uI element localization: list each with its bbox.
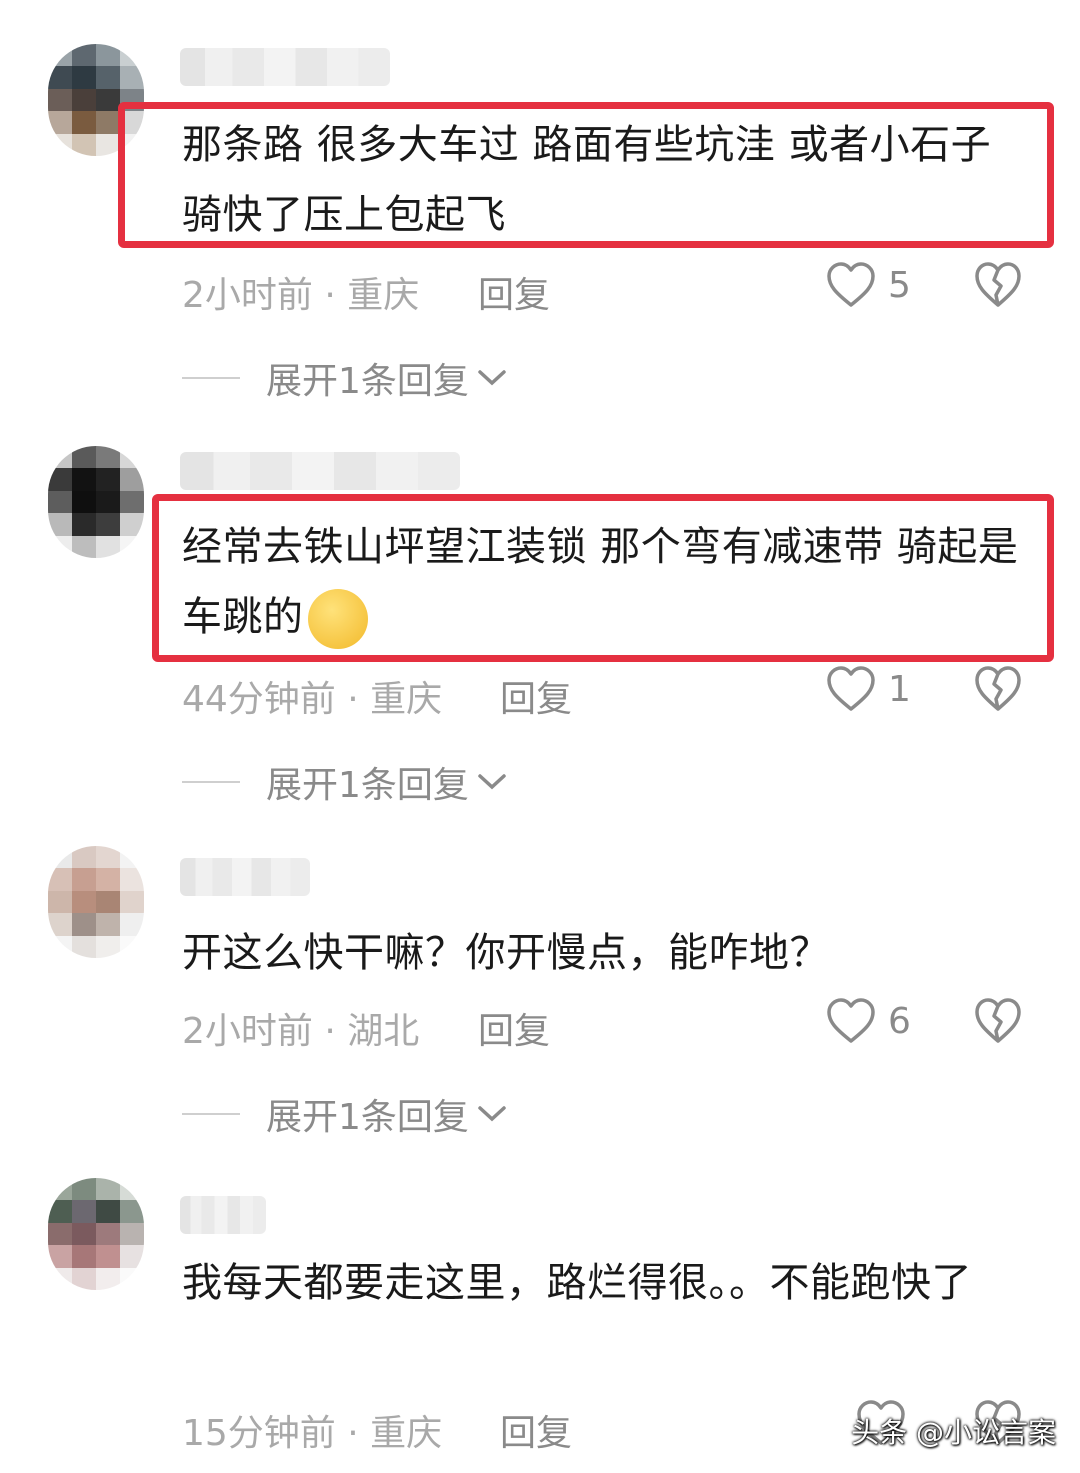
dislike-button[interactable] xyxy=(974,998,1022,1048)
reply-button[interactable]: 回复 xyxy=(478,266,550,318)
expand-replies[interactable]: 展开1条回复 xyxy=(182,756,507,808)
avatar[interactable] xyxy=(48,846,144,958)
crying-emoji-icon: 😥 xyxy=(307,589,368,649)
comment-text: 开这么快干嘛？你开慢点，能咋地？ xyxy=(182,930,830,976)
reply-button[interactable]: 回复 xyxy=(500,1404,572,1456)
chevron-down-icon xyxy=(478,370,506,386)
dislike-button[interactable] xyxy=(974,666,1022,716)
broken-heart-icon xyxy=(975,666,1021,711)
comment-meta: 2小时前 · 湖北 xyxy=(182,1011,420,1052)
expand-replies[interactable]: 展开1条回复 xyxy=(182,352,507,404)
comment-meta: 44分钟前 · 重庆 xyxy=(182,679,443,720)
avatar[interactable] xyxy=(48,446,144,558)
reply-button[interactable]: 回复 xyxy=(500,670,572,722)
comment-meta: 2小时前 · 重庆 xyxy=(182,275,420,316)
like-count: 5 xyxy=(888,264,911,306)
watermark: 头条 @小讼言案 xyxy=(851,1416,1056,1449)
chevron-down-icon xyxy=(478,1106,506,1122)
heart-outline-icon xyxy=(827,666,875,711)
expand-replies-label: 展开1条回复 xyxy=(266,361,469,402)
dislike-button[interactable] xyxy=(974,262,1022,312)
expand-replies-label: 展开1条回复 xyxy=(266,1097,469,1138)
comment-text: 我每天都要走这里，路烂得很。。不能跑快了 xyxy=(182,1260,972,1306)
expand-replies[interactable]: 展开1条回复 xyxy=(182,1088,507,1140)
divider-line xyxy=(182,1113,240,1115)
like-count: 6 xyxy=(888,1000,911,1042)
divider-line xyxy=(182,781,240,783)
username-blurred[interactable] xyxy=(180,1196,266,1234)
broken-heart-icon xyxy=(975,262,1021,307)
heart-outline-icon xyxy=(827,262,875,307)
username-blurred[interactable] xyxy=(180,858,310,896)
heart-outline-icon xyxy=(827,998,875,1043)
comment-meta: 15分钟前 · 重庆 xyxy=(182,1413,443,1454)
comment-text: 经常去铁山坪望江装锁 那个弯有减速带 骑起是车跳的😥 xyxy=(182,512,1042,652)
username-blurred[interactable] xyxy=(180,48,390,86)
like-button[interactable]: 1 xyxy=(826,666,911,712)
expand-replies-label: 展开1条回复 xyxy=(266,765,469,806)
avatar[interactable] xyxy=(48,1178,144,1290)
username-blurred[interactable] xyxy=(180,452,460,490)
comment-text: 那条路 很多大车过 路面有些坑洼 或者小石子 骑快了压上包起飞 xyxy=(182,122,992,238)
like-button[interactable]: 6 xyxy=(826,998,911,1044)
reply-button[interactable]: 回复 xyxy=(478,1002,550,1054)
like-count: 1 xyxy=(888,668,911,710)
broken-heart-icon xyxy=(975,998,1021,1043)
like-button[interactable]: 5 xyxy=(826,262,911,308)
divider-line xyxy=(182,377,240,379)
chevron-down-icon xyxy=(478,774,506,790)
